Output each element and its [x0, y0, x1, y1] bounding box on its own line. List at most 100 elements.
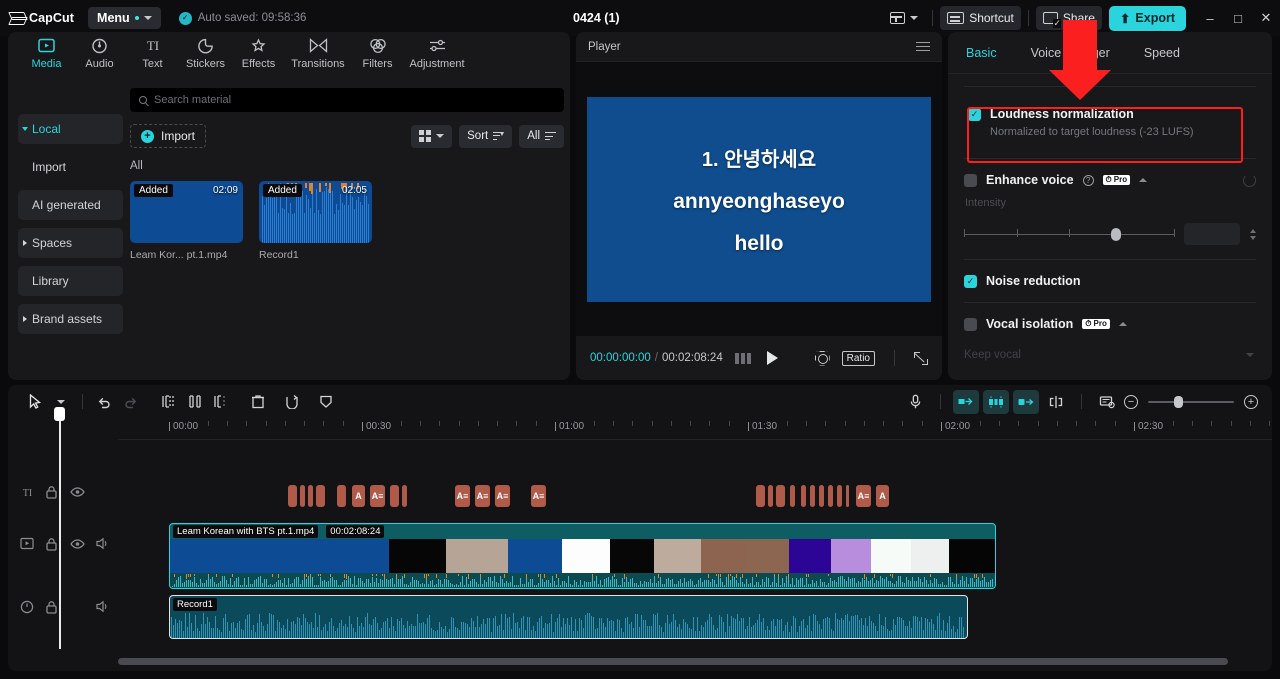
tab-basic[interactable]: Basic — [966, 46, 997, 73]
smart-edit-icon[interactable] — [983, 389, 1009, 414]
text-clip[interactable] — [316, 485, 325, 507]
vocal-isolation-row[interactable]: Vocal isolation ⏱ Pro — [964, 317, 1256, 331]
text-clip[interactable] — [790, 485, 795, 507]
tab-filters[interactable]: Filters — [351, 36, 404, 70]
text-clip[interactable] — [810, 485, 815, 507]
text-clip[interactable]: A≡ — [856, 485, 871, 507]
lock-icon[interactable] — [45, 537, 60, 552]
select-cursor-icon[interactable] — [22, 390, 48, 414]
tab-stickers[interactable]: Stickers — [179, 36, 232, 70]
text-clip[interactable]: A — [352, 485, 365, 507]
text-clip[interactable] — [300, 485, 305, 507]
text-clip[interactable] — [828, 485, 833, 507]
rail-item-spaces[interactable]: Spaces — [18, 228, 123, 258]
minimize-button[interactable]: – — [1196, 0, 1224, 36]
rail-item-library[interactable]: Library — [18, 266, 123, 296]
text-clip[interactable]: A≡ — [455, 485, 470, 507]
close-button[interactable]: ✕ — [1252, 0, 1280, 36]
lock-icon[interactable] — [45, 600, 60, 615]
media-item[interactable]: Added 02:09 Leam Kor... pt.1.mp4 — [130, 181, 243, 261]
split-icon[interactable] — [207, 390, 233, 414]
text-clip[interactable]: A≡ — [475, 485, 490, 507]
visibility-icon[interactable] — [70, 485, 85, 500]
zoom-out-icon[interactable]: − — [1124, 394, 1138, 409]
export-button[interactable]: ⬆ Export — [1108, 5, 1186, 31]
text-clip[interactable]: A — [876, 485, 889, 507]
text-clip[interactable] — [390, 485, 399, 507]
loudness-normalization-checkbox[interactable]: ✓ — [968, 107, 981, 121]
fullscreen-icon[interactable] — [914, 351, 928, 365]
zoom-slider[interactable] — [1148, 395, 1234, 408]
text-clip[interactable] — [402, 485, 407, 507]
media-thumbnail-video[interactable]: Added 02:09 — [130, 181, 243, 243]
text-clip[interactable] — [801, 485, 806, 507]
import-button[interactable]: + Import — [130, 124, 207, 148]
zoom-in-icon[interactable]: + — [1244, 394, 1258, 409]
video-clip[interactable]: Leam Korean with BTS pt.1.mp4 00:02:08:2… — [169, 523, 996, 589]
play-button[interactable] — [766, 351, 778, 365]
tab-effects[interactable]: Effects — [232, 36, 285, 70]
loudness-normalization-row[interactable]: ✓ Loudness normalization — [968, 107, 1256, 121]
reset-icon[interactable] — [1243, 173, 1256, 187]
intensity-value-input[interactable] — [1184, 223, 1240, 245]
text-track[interactable]: A A≡ A≡ A≡ A≡ A≡ A≡ A — [118, 485, 1272, 507]
noise-reduction-row[interactable]: ✓ Noise reduction — [964, 274, 1256, 288]
timeline-tracks[interactable]: A A≡ A≡ A≡ A≡ A≡ A≡ A Leam Korean with BTS pt.1… — [118, 440, 1272, 649]
enhance-voice-row[interactable]: Enhance voice ? ⏱ Pro — [964, 173, 1256, 187]
horizontal-scrollbar[interactable] — [118, 658, 1228, 665]
mute-icon[interactable] — [95, 485, 110, 500]
text-clip[interactable] — [288, 485, 297, 507]
intensity-stepper[interactable] — [1250, 228, 1256, 240]
text-clip[interactable] — [308, 485, 313, 507]
noise-reduction-checkbox[interactable]: ✓ — [964, 274, 977, 288]
delete-icon[interactable] — [245, 390, 271, 414]
text-clip[interactable]: A≡ — [370, 485, 385, 507]
volume-icon[interactable] — [95, 600, 110, 615]
marker-icon[interactable] — [1094, 390, 1120, 414]
rail-item-import[interactable]: Import — [18, 152, 123, 182]
rail-item-local[interactable]: Local — [18, 114, 123, 144]
vocal-isolation-checkbox[interactable] — [964, 317, 977, 331]
audio-clip[interactable]: Record1 — [169, 595, 968, 639]
mirror-icon[interactable] — [279, 390, 305, 414]
retouch-icon[interactable] — [1013, 389, 1039, 414]
help-icon[interactable]: ? — [1082, 174, 1094, 186]
tab-audio[interactable]: Audio — [73, 36, 126, 70]
text-clip[interactable]: A≡ — [531, 485, 546, 507]
text-clip[interactable] — [846, 485, 849, 507]
text-clip[interactable] — [337, 485, 346, 507]
playhead[interactable] — [54, 407, 65, 649]
lock-icon[interactable] — [45, 485, 60, 500]
chevron-up-icon[interactable] — [1118, 322, 1127, 326]
crop-icon[interactable] — [815, 351, 830, 366]
layout-switch-button[interactable] — [883, 6, 925, 30]
split-left-icon[interactable] — [155, 390, 181, 414]
keyframe-icon[interactable] — [1043, 390, 1069, 414]
view-mode-button[interactable] — [411, 124, 453, 148]
tab-speed[interactable]: Speed — [1144, 46, 1180, 73]
text-clip[interactable] — [756, 485, 765, 507]
frame-view-icon[interactable] — [734, 352, 751, 364]
media-thumbnail-audio[interactable]: Added 02:05 — [259, 181, 372, 243]
player-menu-icon[interactable] — [916, 39, 930, 54]
enhance-voice-checkbox[interactable] — [964, 173, 977, 187]
tab-transitions[interactable]: Transitions — [285, 36, 351, 70]
sort-button[interactable]: Sort — [459, 124, 513, 148]
ratio-button[interactable]: Ratio — [841, 350, 875, 366]
tab-media[interactable]: Media — [20, 36, 73, 70]
rail-item-brand-assets[interactable]: Brand assets — [18, 304, 123, 334]
text-clip[interactable] — [837, 485, 842, 507]
zoom-knob[interactable] — [1174, 395, 1183, 408]
menu-button[interactable]: Menu — [88, 7, 161, 29]
intensity-slider[interactable] — [964, 227, 1176, 241]
playhead-handle[interactable] — [54, 407, 65, 421]
split-right-icon[interactable] — [181, 390, 207, 414]
visibility-icon[interactable] — [70, 537, 85, 552]
tab-adjustment[interactable]: Adjustment — [404, 36, 470, 70]
text-clip[interactable] — [768, 485, 773, 507]
rail-item-ai-generated[interactable]: AI generated — [18, 190, 123, 220]
vocal-isolation-mode-select[interactable]: Keep vocal — [964, 343, 1256, 367]
text-clip[interactable] — [776, 485, 785, 507]
chevron-up-icon[interactable] — [1139, 178, 1148, 182]
search-input[interactable]: Search material — [130, 88, 564, 112]
